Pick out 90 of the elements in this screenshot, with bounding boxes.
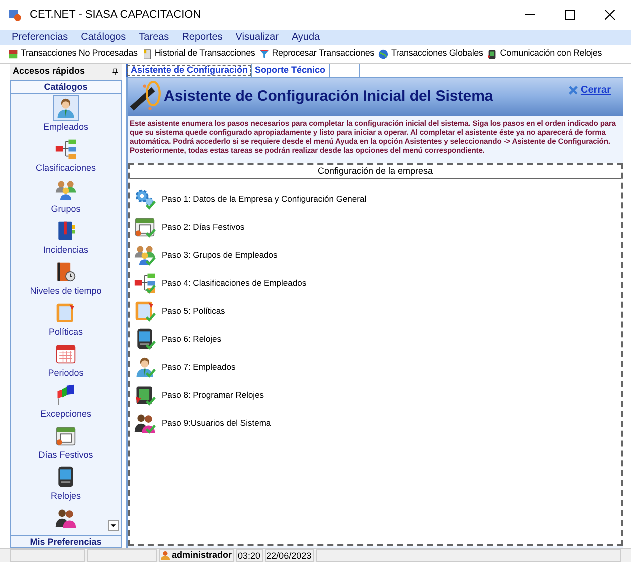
wizard-step[interactable]: Paso 3: Grupos de Empleados [134,241,621,269]
transactions-icon [8,48,19,60]
sidebar-item[interactable]: Relojes [11,463,121,504]
sidebar-label: Excepciones [40,408,92,421]
section-header[interactable]: Catálogos [11,81,121,94]
gear-check-icon [134,188,156,210]
close-link[interactable]: Cerrar [568,83,611,98]
user-name: administrador [172,548,232,562]
step-label: Paso 5: Políticas [162,304,226,318]
wizard-step[interactable]: Paso 7: Empleados [134,353,621,381]
wizard-step[interactable]: Paso 4: Clasificaciones de Empleados [134,269,621,297]
sidebar-label: Clasificaciones [36,162,96,175]
toolbar-button[interactable]: Transacciones Globales [378,47,484,61]
pin-icon[interactable] [112,68,119,76]
sidebar-item[interactable]: Días Festivos [11,422,121,463]
sidebar-item[interactable]: Periodos [11,340,121,381]
tablet-check-icon [134,384,156,406]
user-icon [161,551,170,560]
person-icon [55,97,77,119]
wizard-step[interactable]: Paso 5: Políticas [134,297,621,325]
step-label: Paso 2: Días Festivos [162,220,245,234]
step-label: Paso 7: Empleados [162,360,236,374]
calendar-icon [55,343,77,365]
sidebar-item[interactable]: Excepciones [11,381,121,422]
sidebar-label: Niveles de tiempo [30,285,102,298]
sidebar-label: Periodos [48,367,84,380]
sidebar-item[interactable]: Niveles de tiempo [11,258,121,299]
toolbar-button[interactable]: Transacciones No Procesadas [8,47,138,61]
globe-icon [378,48,390,60]
sidebar-label: Políticas [48,326,83,339]
sidebar-label: Relojes [50,490,81,503]
maximize-icon[interactable] [565,10,575,20]
wizard-title: Asistente de Configuración Inicial del Sistema [164,86,494,107]
step-label: Paso 9:Usuarios del Sistema [162,416,272,430]
calendar-icon [55,425,77,447]
menu-item[interactable]: Visualizar [236,30,279,45]
notebook-icon [55,261,77,283]
tab[interactable]: Asistente de Configuración [126,64,252,77]
menu-item[interactable]: Ayuda [292,30,320,45]
sidebar-label: Empleados [43,121,89,134]
sidebar-label: Días Festivos [38,449,94,462]
sidebar-item[interactable]: Políticas [11,299,121,340]
sidebar-item[interactable]: Incidencias [11,217,121,258]
app-icon [8,8,22,22]
users-icon [55,507,77,529]
flags-icon [55,384,77,406]
sidebar-item[interactable]: Grupos [11,176,121,217]
menu-item[interactable]: Preferencias [12,30,68,45]
wizard-step[interactable]: Paso 2: Días Festivos [134,213,621,241]
step-label: Paso 4: Clasificaciones de Empleados [162,276,307,290]
step-label: Paso 8: Programar Relojes [162,388,264,402]
tab[interactable]: Soporte Técnico [252,64,330,77]
sidebar-label: Incidencias [43,244,89,257]
hierarchy-check-icon [134,272,156,294]
step-label: Paso 1: Datos de la Empresa y Configuración General [162,192,367,206]
handheld-device-icon [487,48,498,60]
toolbar-button[interactable]: Comunicación con Relojes [487,47,602,61]
document-check-icon [134,300,156,322]
close-icon [568,86,578,95]
sidebar-item[interactable]: Clasificaciones [11,135,121,176]
window-title: CET.NET - SIASA CAPACITACION [30,8,202,23]
wizard-step[interactable]: Paso 1: Datos de la Empresa y Configuración General [134,185,621,213]
close-icon[interactable] [605,10,615,20]
calendar-check-icon [134,216,156,238]
people-icon [55,179,77,201]
wizard-step[interactable]: Paso 9:Usuarios del Sistema [134,409,621,437]
sidebar-item[interactable]: Empleados [11,94,121,135]
panel-heading: Configuración de la empresa [130,165,621,179]
person-check-icon [134,356,156,378]
status-date: 22/06/2023 [264,549,314,562]
hierarchy-icon [55,138,77,160]
history-icon [142,48,153,60]
menu-item[interactable]: Reportes [182,30,223,45]
toolbar-button[interactable]: Reprocesar Transacciones [259,47,374,61]
section-header[interactable]: Mis Preferencias [11,535,121,547]
users-check-icon [134,412,156,434]
people-check-icon [134,244,156,266]
wizard-step[interactable]: Paso 8: Programar Relojes [134,381,621,409]
menu-item[interactable]: Tareas [139,30,170,45]
status-time: 03:20 [236,549,263,562]
scroll-down-icon[interactable] [108,520,119,531]
step-label: Paso 3: Grupos de Empleados [162,248,278,262]
toolbar-button[interactable]: Historial de Transacciones [142,47,256,61]
sidebar-label: Grupos [51,203,81,216]
document-icon [55,302,77,324]
filter-icon [259,48,270,60]
wizard-step[interactable]: Paso 6: Relojes [134,325,621,353]
panel-title: Accesos rápidos [13,65,86,78]
menu-item[interactable]: Catálogos [81,30,126,45]
step-label: Paso 6: Relojes [162,332,222,346]
